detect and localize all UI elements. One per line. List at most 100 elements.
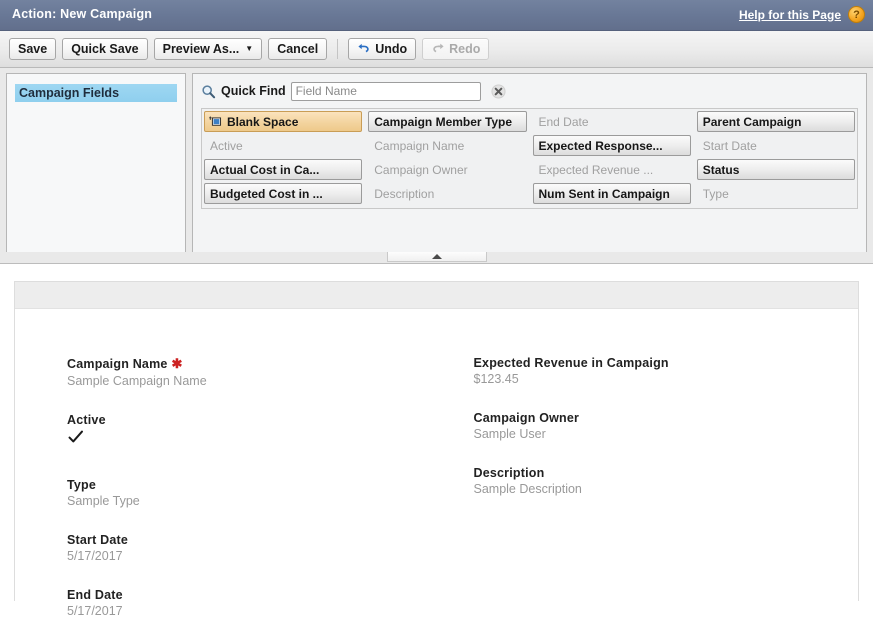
undo-icon [357, 42, 371, 56]
toolbar-divider [337, 39, 339, 59]
undo-label: Undo [375, 42, 408, 56]
quick-save-button[interactable]: Quick Save [62, 38, 148, 60]
preview-field-label: Campaign Owner [474, 411, 859, 425]
palette-field-label: Parent Campaign [702, 114, 802, 129]
editor-toolbar: Save Quick Save Preview As... ▼ Cancel U… [0, 31, 873, 68]
preview-field-value: 5/17/2017 [67, 604, 123, 618]
collapse-palette-handle[interactable] [386, 252, 487, 262]
palette-field-description: Description [368, 183, 526, 204]
palette-field-label: Blank Space [227, 114, 299, 129]
palette-field-label: Budgeted Cost in ... [210, 186, 323, 201]
preview-field-label-text: Expected Revenue in Campaign [473, 356, 669, 370]
palette-field-start-date: Start Date [697, 135, 855, 156]
palette-field-label: Description [374, 186, 435, 201]
palette-field-label: End Date [538, 114, 589, 129]
palette-field-label: Expected Response... [538, 138, 663, 153]
palette-field-campaign-name: Campaign Name [368, 135, 526, 156]
preview-field-label-text: Type [67, 478, 97, 492]
preview-field-label: Expected Revenue in Campaign [474, 356, 859, 370]
preview-field[interactable]: Active [67, 413, 452, 448]
help-for-this-page-link[interactable]: Help for this Page [739, 8, 841, 22]
preview-field[interactable]: Start Date 5/17/2017 [67, 533, 452, 563]
search-icon [201, 84, 216, 99]
palette-field-status[interactable]: Status [696, 159, 855, 180]
palette-field-active: Active [204, 135, 362, 156]
field-palette-grid: Blank Space Campaign Member Type End Date P… [201, 108, 858, 209]
palette-field-label: Status [702, 162, 740, 177]
field-sections-panel: Campaign Fields [6, 73, 186, 253]
preview-field-value: Sample User [473, 427, 546, 441]
save-button[interactable]: Save [9, 38, 57, 60]
palette-field-actual-cost-in-ca[interactable]: Actual Cost in Ca... [204, 159, 363, 180]
preview-field-label-text: Description [473, 466, 545, 480]
palette-field-expected-response[interactable]: Expected Response... [532, 135, 691, 156]
chevron-down-icon: ▼ [245, 44, 254, 53]
palette-field-campaign-member-type[interactable]: Campaign Member Type [368, 111, 527, 132]
preview-field-value: 5/17/2017 [67, 549, 123, 563]
preview-field-label-text: End Date [67, 588, 123, 602]
palette-field-campaign-owner: Campaign Owner [368, 159, 526, 180]
clear-icon[interactable] [491, 83, 506, 99]
preview-card: Campaign Name ✱ Sample Campaign Name Active… [14, 281, 859, 618]
palette-field-expected-revenue: Expected Revenue ... [533, 159, 691, 180]
preview-field[interactable]: Campaign Name ✱ Sample Campaign Name [67, 356, 452, 388]
preview-field-label-text: Active [67, 413, 106, 427]
layout-preview-region: Campaign Name ✱ Sample Campaign Name Active… [0, 264, 873, 618]
preview-field[interactable]: End Date 5/17/2017 [67, 588, 452, 618]
preview-field-label: End Date [67, 588, 452, 602]
preview-field-value: Sample Campaign Name [67, 374, 207, 388]
preview-as-button[interactable]: Preview As... ▼ [153, 38, 263, 60]
preview-header-band [15, 282, 858, 309]
preview-field[interactable]: Description Sample Description [474, 466, 859, 496]
palette-field-parent-campaign[interactable]: Parent Campaign [696, 111, 855, 132]
palette-field-label: Active [210, 138, 243, 153]
layout-builder-region: Campaign Fields Quick Find Blank Space Ca… [0, 68, 873, 258]
preview-field-label-text: Start Date [67, 533, 129, 547]
preview-form: Campaign Name ✱ Sample Campaign Name Active… [15, 309, 859, 618]
preview-field-label-text: Campaign Owner [473, 411, 580, 425]
help-question-icon[interactable]: ? [848, 6, 865, 23]
palette-field-blank-space[interactable]: Blank Space [204, 111, 363, 132]
redo-button[interactable]: Redo [422, 38, 490, 60]
palette-field-label: Actual Cost in Ca... [210, 162, 320, 177]
palette-resizer-strip [0, 252, 873, 264]
field-palette-panel: Quick Find Blank Space Campaign Member Ty… [192, 73, 867, 253]
preview-field-label: Type [67, 478, 452, 492]
preview-field-value: $123.45 [473, 372, 519, 386]
preview-field[interactable]: Expected Revenue in Campaign $123.45 [474, 356, 859, 386]
preview-field-label: Active [67, 413, 452, 427]
palette-field-label: Campaign Name [374, 138, 465, 153]
cancel-button[interactable]: Cancel [268, 38, 328, 60]
preview-field-value: Sample Description [473, 482, 582, 496]
preview-field[interactable]: Type Sample Type [67, 478, 452, 508]
required-asterisk-icon: ✱ [171, 356, 183, 371]
blank-space-icon [209, 116, 222, 128]
preview-field-label: Description [474, 466, 859, 480]
palette-field-label: Campaign Owner [374, 162, 468, 177]
preview-field[interactable]: Campaign Owner Sample User [474, 411, 859, 441]
palette-field-end-date: End Date [533, 111, 691, 132]
preview-as-label: Preview As... [162, 42, 240, 56]
palette-field-num-sent-in-campaign[interactable]: Num Sent in Campaign [532, 183, 691, 204]
palette-field-label: Expected Revenue ... [538, 162, 654, 177]
help-area: Help for this Page ? [739, 6, 865, 23]
palette-field-label: Num Sent in Campaign [538, 186, 670, 201]
checkmark-icon [67, 429, 85, 445]
preview-field-value: Sample Type [67, 494, 140, 508]
palette-field-type: Type [697, 183, 855, 204]
quick-find-label: Quick Find [221, 84, 286, 98]
page-title: Action: New Campaign [12, 7, 153, 21]
redo-icon [431, 42, 445, 56]
quick-find-input[interactable] [290, 81, 481, 101]
title-bar: Action: New Campaign Help for this Page … [0, 0, 873, 31]
undo-button[interactable]: Undo [348, 38, 417, 60]
preview-column-right: Expected Revenue in Campaign $123.45 Campa… [452, 309, 859, 601]
palette-field-label: Start Date [702, 138, 757, 153]
sidebar-item-campaign-fields[interactable]: Campaign Fields [15, 84, 177, 102]
palette-field-budgeted-cost-in[interactable]: Budgeted Cost in ... [204, 183, 363, 204]
preview-field-label: Start Date [67, 533, 452, 547]
quick-find-bar: Quick Find [201, 80, 858, 102]
preview-field-label: Campaign Name ✱ [67, 356, 452, 372]
palette-field-label: Type [702, 186, 729, 201]
preview-field-label-text: Campaign Name [67, 357, 168, 371]
